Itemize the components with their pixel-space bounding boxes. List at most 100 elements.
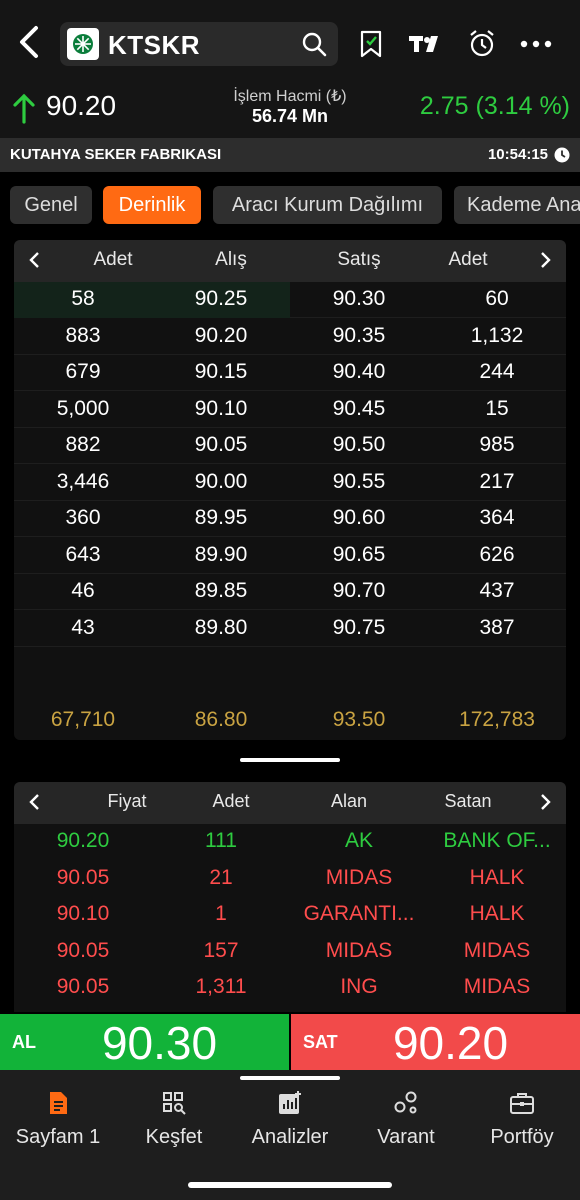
chevron-right-icon[interactable] [536,793,554,811]
briefcase-icon [510,1093,534,1114]
trade-row[interactable]: 90.20 111 AK BANK OF... [14,824,566,860]
chevron-left-icon[interactable] [26,251,44,269]
bid-price: 90.05 [194,433,248,456]
bottom-tab-bar: Sayfam 1 Keşfet Analizler Varant Portföy [0,1070,580,1200]
sell-button[interactable]: SAT 90.20 [291,1014,580,1070]
nav-portfoy[interactable]: Portföy [464,1090,580,1149]
bid-quantity: 360 [65,506,101,529]
ask-quantity: 364 [479,506,515,529]
depth-row[interactable]: 3,446 90.00 90.55 217 [14,465,566,501]
tab-genel[interactable]: Genel [10,186,92,224]
bid-quantity: 883 [65,323,101,347]
ask-quantity: 626 [479,542,515,566]
tab-derinlik[interactable]: Derinlik [103,186,201,224]
bid-price: 90.25 [194,287,248,310]
nav-label: Keşfet [145,1126,203,1148]
last-update-time: 10:54:15 [487,146,548,163]
price-change: 2.75 (3.14 %) [419,92,570,120]
bid-price: 89.85 [194,579,248,602]
bookmark-icon[interactable] [358,28,384,60]
depth-row[interactable]: 43 89.80 90.75 387 [14,611,566,647]
explore-icon [163,1092,186,1115]
nav-label: Varant [377,1126,435,1148]
trade-seller: BANK OF... [443,829,551,852]
nav-label: Portföy [490,1126,554,1148]
bid-price: 90.20 [194,323,248,347]
trade-buyer: AK [344,829,373,852]
home-indicator [188,1182,392,1188]
document-icon [50,1092,67,1114]
tradingview-icon[interactable] [408,28,444,60]
nav-kesfet[interactable]: Keşfet [116,1090,232,1149]
buy-button[interactable]: AL 90.30 [0,1014,289,1070]
bid-quantity: 5,000 [56,396,110,420]
trade-quantity: 21 [209,865,233,889]
tab-araci-kurum-dagilimi[interactable]: Aracı Kurum Dağılımı [213,186,442,224]
trade-seller: HALK [469,865,525,889]
nav-label: Analizler [251,1126,329,1148]
trade-seller: MIDAS [463,938,531,962]
trade-row[interactable]: 90.05 157 MIDAS MIDAS [14,934,566,970]
nav-varant[interactable]: Varant [348,1090,464,1149]
nav-analizler[interactable]: Analizler [232,1090,348,1149]
trade-quantity: 1,311 [195,975,247,998]
depth-totals-row: 67,710 86.80 93.50 172,783 [14,708,566,740]
chevron-left-icon[interactable] [26,793,44,811]
depth-row[interactable]: 58 90.25 90.30 60 [14,282,566,318]
trade-seller: MIDAS [463,975,531,998]
ask-quantity: 1,132 [470,323,524,347]
tab-kademe-analizi[interactable]: Kademe Analizi [454,186,580,224]
ask-quantity: 217 [479,469,515,493]
bid-quantity: 43 [71,615,95,639]
depth-row[interactable]: 360 89.95 90.60 364 [14,501,566,537]
trade-row[interactable]: 90.05 1,311 ING MIDAS [14,970,566,1006]
ask-price: 90.65 [332,542,386,566]
trade-price: 90.05 [56,938,110,962]
ask-price: 90.75 [332,615,386,639]
company-name: KUTAHYA SEKER FABRIKASI [10,146,222,163]
ask-price: 90.35 [332,323,386,347]
chevron-right-icon[interactable] [536,251,554,269]
bid-price: 90.15 [194,360,248,383]
chevron-left-icon [20,26,38,58]
depth-row[interactable]: 5,000 90.10 90.45 15 [14,392,566,428]
depth-table: Adet Alış Satış Adet 58 90.25 90.30 60 883 90… [14,240,566,740]
ask-price: 90.60 [332,506,386,529]
nav-sayfam[interactable]: Sayfam 1 [0,1090,116,1149]
alarm-icon[interactable] [466,28,498,60]
header-ask-quantity: Adet [448,249,488,270]
panel-resize-handle[interactable] [240,758,340,762]
total-bid-price: 86.80 [194,708,248,731]
clock-icon [554,147,570,163]
ask-quantity: 437 [479,579,515,602]
company-bar: KUTAHYA SEKER FABRIKASI 10:54:15 [0,138,580,172]
search-icon[interactable] [300,30,328,58]
header-bid-price: Alış [215,249,247,270]
total-ask-price: 93.50 [332,708,386,731]
depth-row[interactable]: 882 90.05 90.50 985 [14,428,566,464]
back-button[interactable] [14,22,44,62]
more-icon[interactable] [518,28,554,60]
warrant-icon [394,1091,417,1114]
bid-price: 89.90 [194,542,248,566]
nav-label: Sayfam 1 [15,1126,101,1148]
trade-price: 90.05 [56,865,110,889]
depth-row[interactable]: 643 89.90 90.65 626 [14,538,566,574]
analysis-chart-icon [279,1091,301,1114]
trade-buyer: GARANTI... [303,902,415,925]
ask-price: 90.45 [332,396,386,420]
depth-row[interactable]: 679 90.15 90.40 244 [14,355,566,391]
total-ask-quantity: 172,783 [459,708,535,731]
depth-row[interactable]: 46 89.85 90.70 437 [14,574,566,610]
company-logo [67,28,99,60]
trades-table: Fiyat Adet Alan Satan 90.20 111 AK BANK OF.… [14,782,566,1012]
tab-bar-handle [240,1076,340,1080]
symbol-search-box[interactable]: KTSKR [60,22,338,66]
trade-row[interactable]: 90.10 1 GARANTI... HALK [14,897,566,933]
trade-row[interactable]: 90.05 21 MIDAS HALK [14,861,566,897]
trade-quantity: 111 [205,829,237,852]
sell-price: 90.20 [392,1017,509,1069]
trade-buyer: MIDAS [325,938,393,962]
depth-row[interactable]: 883 90.20 90.35 1,132 [14,319,566,355]
trade-price: 90.20 [56,829,110,852]
